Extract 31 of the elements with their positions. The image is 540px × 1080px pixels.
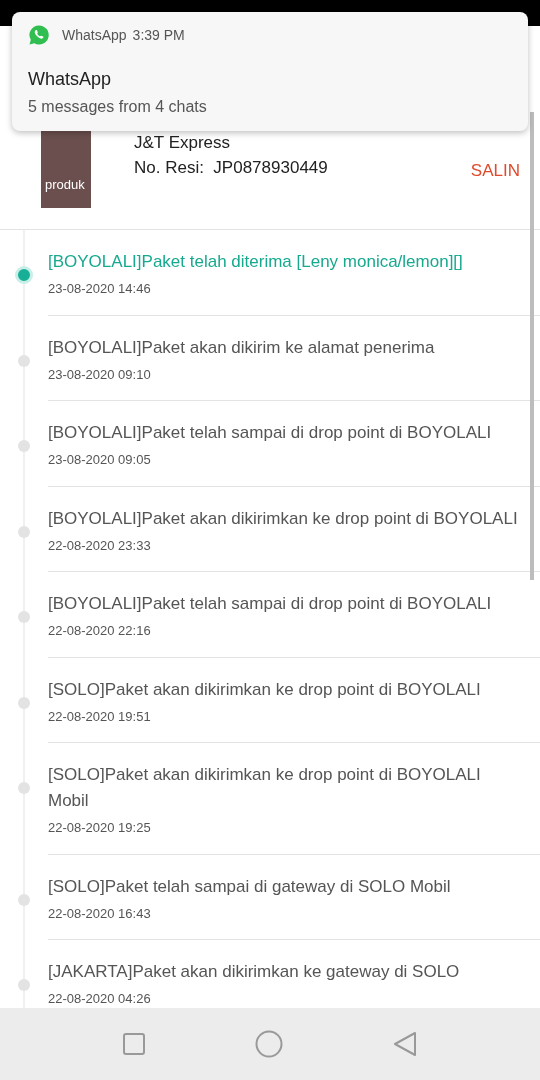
home-icon[interactable] [255, 1030, 283, 1058]
timeline-date: 22-08-2020 16:43 [48, 904, 152, 923]
timeline-date: 22-08-2020 23:33 [48, 536, 152, 555]
timeline-event: [BOYOLALI]Paket telah diterima [Leny monica/lemon][] [48, 251, 464, 273]
courier-name: J&T Express [134, 132, 232, 154]
timeline-event: [BOYOLALI]Paket akan dikirim ke alamat penerima [48, 336, 436, 359]
receipt-number: No. Resi: JP0878930449 [134, 157, 329, 179]
notification-time: 3:39 PM [132, 25, 185, 45]
timeline-date: 23-08-2020 09:05 [48, 451, 152, 469]
timeline-event: [BOYOLALI]Paket telah sampai di drop point di BOYOLALI [48, 422, 493, 444]
timeline-date: 22-08-2020 19:25 [48, 819, 152, 837]
app-name: WhatsApp [62, 25, 127, 45]
notification-text: 5 messages from 4 chats [28, 97, 208, 117]
notification-card[interactable]: WhatsApp 3:39 PM WhatsApp 5 messages from 4 chats [12, 12, 528, 131]
square-icon[interactable] [123, 1033, 145, 1055]
photo-caption: produk [45, 175, 85, 194]
back-icon[interactable] [393, 1031, 417, 1057]
timeline-event: [JAKARTA]Paket akan dikirimkan ke gateway di SOLO [48, 961, 461, 983]
timeline-event: [SOLO]Paket akan dikirimkan ke drop point di BOYOLALI [48, 678, 482, 701]
timeline-date: 23-08-2020 09:10 [48, 365, 152, 384]
timeline-event: [BOYOLALI]Paket akan dikirimkan ke drop point di BOYOLALI [48, 507, 519, 530]
timeline-date: 22-08-2020 04:26 [48, 990, 152, 1008]
timeline-event: [SOLO]Paket akan dikirimkan ke drop point di BOYOLALI Mobil [48, 764, 482, 812]
timeline-event: [BOYOLALI]Paket telah sampai di drop point di BOYOLALI [48, 593, 493, 615]
timeline-date: 23-08-2020 14:46 [48, 280, 152, 298]
timeline-date: 22-08-2020 22:16 [48, 622, 152, 640]
copy-button[interactable]: SALIN [470, 158, 520, 184]
timeline-date: 22-08-2020 19:51 [48, 707, 152, 726]
timeline-event: [SOLO]Paket telah sampai di gateway di SOLO Mobil [48, 875, 452, 898]
notification-title: WhatsApp [28, 68, 113, 91]
chat-bubble-icon [28, 24, 50, 46]
